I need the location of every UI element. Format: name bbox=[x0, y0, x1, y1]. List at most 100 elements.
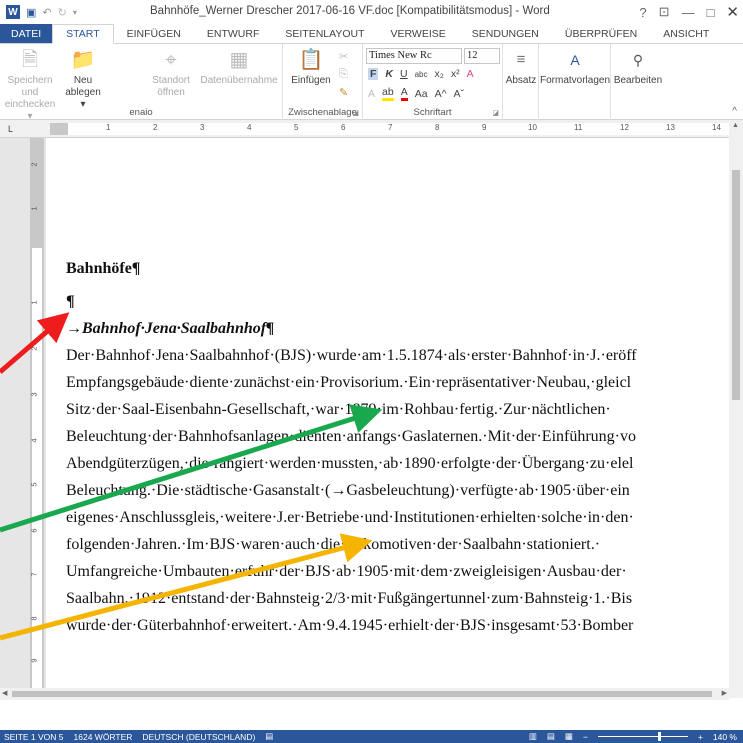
ruler-number: 9 bbox=[482, 123, 487, 132]
zoom-in-button[interactable]: + bbox=[698, 732, 703, 742]
copy-icon[interactable]: ⎘ bbox=[339, 68, 348, 81]
text-line[interactable]: Saalbahn.·1912·entstand·der·Bahnsteig·2/… bbox=[66, 585, 729, 612]
document-page[interactable]: Bahnhöfe¶ ¶ →Bahnhof·Jena·Saalbahnhof¶ D… bbox=[46, 138, 729, 698]
ruler-number: 13 bbox=[666, 123, 675, 132]
paste-button[interactable]: 📋 Einfügen bbox=[289, 48, 333, 87]
subscript-icon[interactable]: x₂ bbox=[435, 68, 444, 80]
empty-paragraph[interactable]: ¶ bbox=[66, 288, 729, 315]
close-button[interactable]: ✕ bbox=[726, 3, 739, 21]
editing-button[interactable]: ⚲ Bearbeiten bbox=[611, 48, 665, 87]
minimize-button[interactable]: — bbox=[682, 5, 695, 20]
page-count[interactable]: SEITE 1 VON 5 bbox=[4, 732, 64, 742]
text-line[interactable]: Beleuchtung.·Die·städtische·Gasanstalt·(… bbox=[66, 477, 729, 504]
data-transfer-button[interactable]: ▦ Datenübernahme bbox=[198, 48, 280, 87]
restore-button[interactable]: □ bbox=[707, 5, 715, 20]
tab-start[interactable]: START bbox=[52, 24, 114, 44]
ruler-number: 14 bbox=[712, 123, 721, 132]
vertical-scroll-thumb[interactable] bbox=[732, 170, 740, 400]
vertical-ruler[interactable]: 2 1 1 2 3 4 5 6 7 8 9 bbox=[30, 138, 44, 688]
print-layout-icon[interactable]: ▤ bbox=[547, 731, 555, 742]
save-icon[interactable]: ▣ bbox=[26, 6, 36, 19]
ruler-number: 11 bbox=[574, 123, 583, 132]
undo-icon[interactable]: ↶ bbox=[42, 6, 51, 19]
document-body[interactable]: Bahnhöfe¶ ¶ →Bahnhof·Jena·Saalbahnhof¶ D… bbox=[66, 250, 729, 639]
strikethrough-icon[interactable]: abc bbox=[415, 70, 428, 79]
text-line[interactable]: Beleuchtung·der·Bahnhofsanlagen·dienten·… bbox=[66, 423, 729, 450]
styles-button[interactable]: A Formatvorlagen bbox=[539, 48, 611, 87]
new-file-button[interactable]: 📁 Neu ablegen ▾ bbox=[62, 48, 104, 111]
heading-bahnhoefe[interactable]: Bahnhöfe¶ bbox=[66, 250, 729, 288]
word-count[interactable]: 1624 WÖRTER bbox=[74, 732, 133, 742]
help-button[interactable]: ? bbox=[639, 5, 646, 20]
ruler-number: 3 bbox=[200, 123, 205, 132]
tab-selector-icon[interactable]: L bbox=[8, 124, 18, 134]
underline-icon[interactable]: U bbox=[400, 68, 408, 80]
tab-mailings[interactable]: SENDUNGEN bbox=[459, 24, 552, 43]
heading-jena-saalbahnhof[interactable]: →Bahnhof·Jena·Saalbahnhof¶ bbox=[66, 315, 729, 342]
font-color-icon[interactable]: A bbox=[400, 86, 408, 101]
tab-file[interactable]: DATEI bbox=[0, 24, 53, 43]
format-row-2: A ab A Aa A^ Aˇ bbox=[368, 86, 464, 101]
scroll-left-icon[interactable]: ◀ bbox=[2, 689, 7, 697]
text-line[interactable]: eigenes·Anschlussgleis,·weitere·J.er·Bet… bbox=[66, 504, 729, 531]
group-paragraph: ≡ Absatz bbox=[503, 44, 539, 120]
text-line[interactable]: Abendgüterzügen,·die·rangiert·werden·mus… bbox=[66, 450, 729, 477]
tab-references[interactable]: VERWEISE bbox=[378, 24, 459, 43]
bold-icon[interactable]: F bbox=[368, 68, 379, 80]
font-launcher-icon[interactable]: ◪ bbox=[492, 109, 499, 117]
vruler-number: 1 bbox=[29, 300, 39, 305]
zoom-out-button[interactable]: − bbox=[583, 732, 588, 742]
tab-design[interactable]: ENTWURF bbox=[194, 24, 273, 43]
horizontal-scrollbar[interactable]: ◀ ▶ bbox=[0, 688, 729, 700]
font-name-select[interactable]: Times New Rc bbox=[366, 48, 462, 64]
ribbon-display-button[interactable]: ⊡ bbox=[659, 4, 670, 20]
clipboard-launcher-icon[interactable]: ◪ bbox=[352, 109, 359, 117]
clear-format-icon[interactable]: A bbox=[467, 68, 474, 80]
text-effects-icon[interactable]: A bbox=[368, 88, 375, 100]
paragraph-button[interactable]: ≡ Absatz bbox=[503, 48, 539, 87]
italic-icon[interactable]: K bbox=[385, 68, 393, 80]
ruler-number: 1 bbox=[106, 123, 111, 132]
tab-review[interactable]: ÜBERPRÜFEN bbox=[552, 24, 650, 43]
text-line[interactable]: Empfangsgebäude·diente·zunächst·ein·Prov… bbox=[66, 369, 729, 396]
scroll-right-icon[interactable]: ▶ bbox=[722, 689, 727, 697]
grow-font-icon[interactable]: A^ bbox=[435, 88, 447, 100]
ruler-number: 2 bbox=[153, 123, 158, 132]
cut-icon[interactable]: ✂ bbox=[339, 50, 348, 63]
shrink-font-icon[interactable]: Aˇ bbox=[454, 88, 465, 100]
tab-insert[interactable]: EINFÜGEN bbox=[114, 24, 194, 43]
font-size-select[interactable]: 12 bbox=[464, 48, 500, 64]
text-line[interactable]: wurde·der·Güterbahnhof·erweitert.·Am·9.4… bbox=[66, 612, 729, 639]
text-line[interactable]: folgenden·Jahren.·Im·BJS·waren·auch·die·… bbox=[66, 531, 729, 558]
highlight-icon[interactable]: ab bbox=[382, 86, 394, 101]
redo-icon[interactable]: ↻ bbox=[58, 6, 67, 19]
tab-page-layout[interactable]: SEITENLAYOUT bbox=[272, 24, 377, 43]
collapse-ribbon-icon[interactable]: ^ bbox=[732, 106, 737, 117]
read-mode-icon[interactable]: ▥ bbox=[529, 731, 537, 742]
text-line[interactable]: Umfangreiche·Umbauten·erfuhr·der·BJS·ab·… bbox=[66, 558, 729, 585]
tab-view[interactable]: ANSICHT bbox=[650, 24, 722, 43]
binoculars-icon: ⚲ bbox=[632, 52, 644, 68]
web-layout-icon[interactable]: ▦ bbox=[565, 731, 573, 742]
zoom-slider[interactable] bbox=[597, 732, 688, 741]
group-enaio: 🗎 Speichern und einchecken ▾ 📁 Neu ableg… bbox=[0, 44, 283, 122]
macro-record-icon[interactable]: ▤ bbox=[265, 731, 273, 742]
site-open-button[interactable]: ⌖ Standort öffnen bbox=[148, 48, 194, 99]
customize-qat-icon[interactable]: ▾ bbox=[73, 8, 77, 17]
vertical-scrollbar[interactable]: ▲ bbox=[729, 120, 743, 698]
ruler-strip[interactable]: 1 2 3 4 5 6 7 8 9 10 11 12 13 14 bbox=[50, 123, 730, 135]
text-line[interactable]: Sitz·der·Saal-Eisenbahn-Gesellschaft,·wa… bbox=[66, 396, 729, 423]
superscript-icon[interactable]: x² bbox=[451, 68, 460, 80]
zoom-level[interactable]: 140 % bbox=[713, 732, 737, 742]
scroll-up-icon[interactable]: ▲ bbox=[732, 122, 739, 129]
format-painter-icon[interactable]: ✎ bbox=[339, 86, 348, 99]
word-logo-icon[interactable]: W bbox=[6, 5, 20, 19]
group-label-font: Schriftart bbox=[413, 107, 452, 118]
change-case-icon[interactable]: Aa bbox=[415, 88, 428, 100]
language-indicator[interactable]: DEUTSCH (DEUTSCHLAND) bbox=[142, 732, 255, 742]
ruler-number: 6 bbox=[341, 123, 346, 132]
zoom-slider-knob[interactable] bbox=[657, 732, 661, 741]
horizontal-scroll-thumb[interactable] bbox=[12, 691, 712, 697]
format-row-1: F K U abc x₂ x² A bbox=[368, 68, 474, 80]
text-line[interactable]: Der·Bahnhof·Jena·Saalbahnhof·(BJS)·wurde… bbox=[66, 342, 729, 369]
